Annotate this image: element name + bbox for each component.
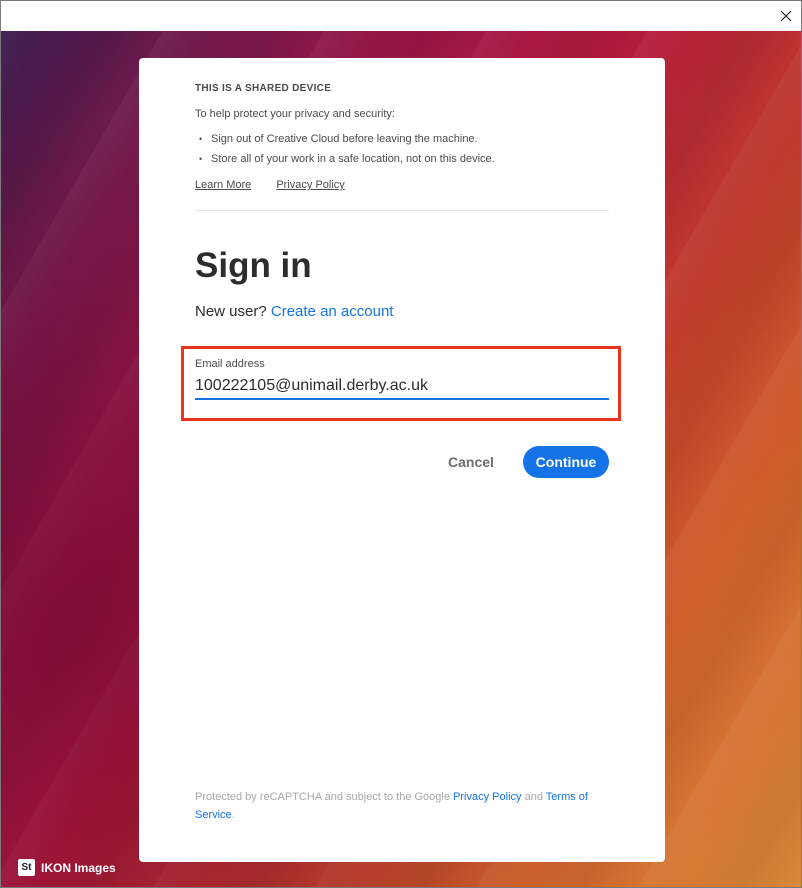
title-bar xyxy=(1,1,801,31)
stock-logo-icon: St xyxy=(18,859,35,876)
shared-device-title: THIS IS A SHARED DEVICE xyxy=(195,83,332,94)
recaptcha-notice: Protected by reCAPTCHA and subject to th… xyxy=(195,788,609,824)
shared-device-tips: Sign out of Creative Cloud before leavin… xyxy=(199,129,495,169)
shared-device-description: To help protect your privacy and securit… xyxy=(195,108,395,120)
close-icon xyxy=(780,10,792,22)
privacy-policy-link[interactable]: Privacy Policy xyxy=(276,179,344,191)
image-credit: St IKON Images xyxy=(18,859,116,876)
continue-button[interactable]: Continue xyxy=(523,446,609,478)
shared-device-tip: Sign out of Creative Cloud before leavin… xyxy=(199,129,495,149)
signin-window: St IKON Images THIS IS A SHARED DEVICE T… xyxy=(0,0,802,888)
close-button[interactable] xyxy=(771,1,801,31)
signin-card: THIS IS A SHARED DEVICE To help protect … xyxy=(139,58,665,862)
learn-more-link[interactable]: Learn More xyxy=(195,179,251,191)
email-field[interactable] xyxy=(195,374,609,400)
shared-device-tip: Store all of your work in a safe locatio… xyxy=(199,149,495,169)
new-user-label: New user? xyxy=(195,303,267,320)
email-field-label: Email address xyxy=(195,358,265,370)
create-account-link[interactable]: Create an account xyxy=(271,303,394,320)
recaptcha-text-end: . xyxy=(231,809,235,821)
page-title: Sign in xyxy=(195,246,312,285)
divider xyxy=(195,210,609,211)
image-credit-label: IKON Images xyxy=(41,860,116,875)
new-user-prompt: New user? Create an account xyxy=(195,303,393,320)
recaptcha-text-and: and xyxy=(524,791,543,803)
shared-device-links: Learn More Privacy Policy xyxy=(195,179,367,191)
recaptcha-text: Protected by reCAPTCHA and subject to th… xyxy=(195,791,450,803)
cancel-button[interactable]: Cancel xyxy=(435,446,507,478)
google-privacy-policy-link[interactable]: Privacy Policy xyxy=(453,791,521,803)
